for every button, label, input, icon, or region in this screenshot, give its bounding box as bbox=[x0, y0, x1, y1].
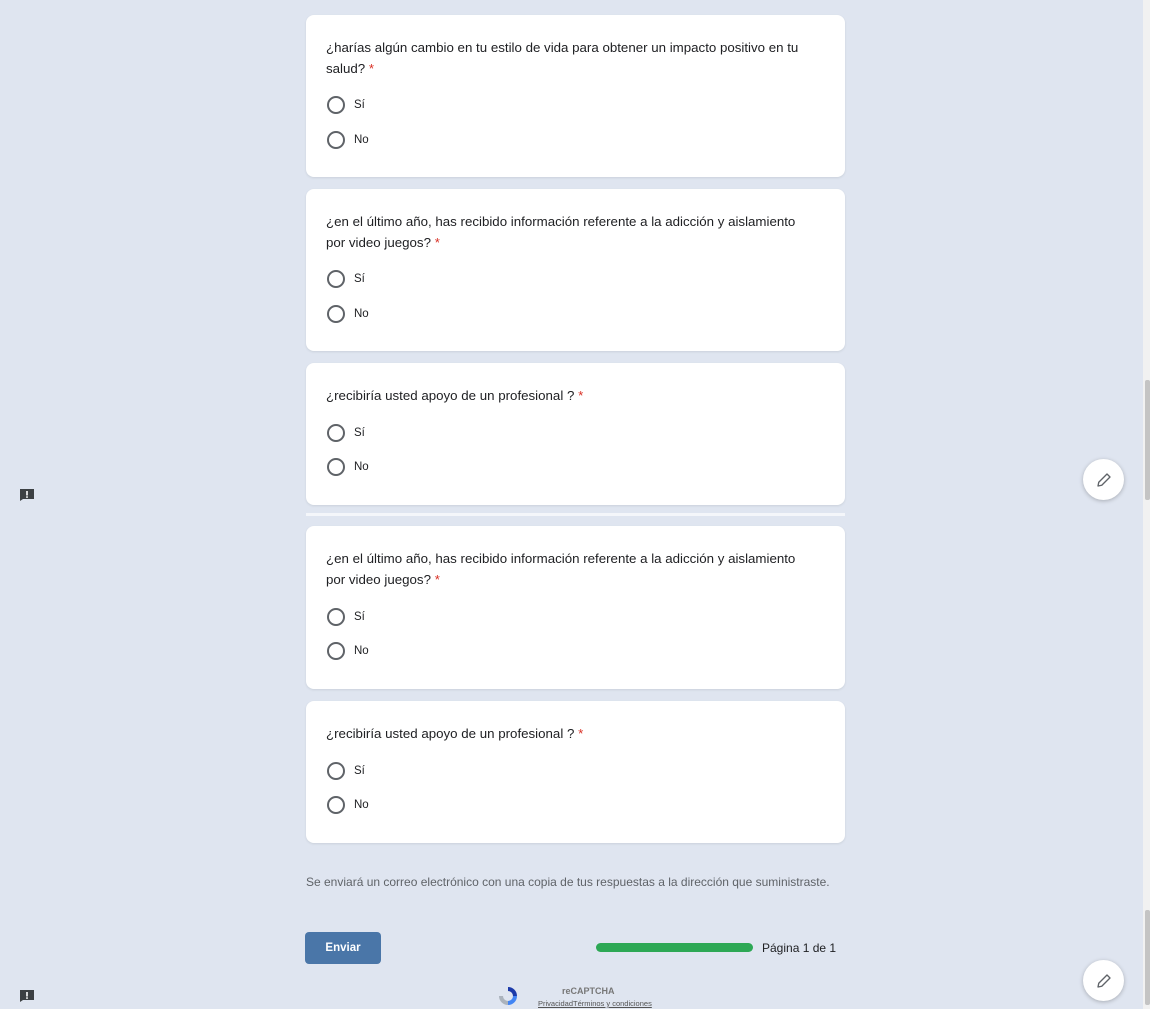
scrollbar-thumb[interactable] bbox=[1145, 380, 1150, 500]
radio-button[interactable] bbox=[327, 608, 345, 626]
radio-option-si[interactable]: Sí bbox=[327, 761, 365, 781]
pencil-icon bbox=[1096, 973, 1111, 988]
required-asterisk: * bbox=[434, 235, 440, 250]
progress-bar bbox=[596, 943, 753, 952]
email-copy-notice: Se enviará un correo electrónico con una… bbox=[306, 875, 830, 889]
question-title: ¿en el último año, has recibido informac… bbox=[326, 551, 796, 587]
scrollbar-thumb-lower[interactable] bbox=[1145, 910, 1150, 1005]
radio-button[interactable] bbox=[327, 270, 345, 288]
radio-option-si[interactable]: Sí bbox=[327, 423, 365, 443]
option-label: Sí bbox=[354, 427, 365, 439]
report-icon[interactable] bbox=[19, 989, 35, 1003]
radio-button[interactable] bbox=[327, 424, 345, 442]
required-asterisk: * bbox=[578, 726, 584, 741]
radio-option-no[interactable]: No bbox=[327, 457, 369, 477]
recaptcha-links: PrivacidadTérminos y condiciones bbox=[538, 999, 652, 1008]
option-label: Sí bbox=[354, 273, 365, 285]
question-card: ¿en el último año, has recibido informac… bbox=[306, 526, 845, 689]
radio-option-no[interactable]: No bbox=[327, 795, 369, 815]
radio-button[interactable] bbox=[327, 642, 345, 660]
recaptcha-title: reCAPTCHA bbox=[562, 986, 615, 996]
radio-button[interactable] bbox=[327, 796, 345, 814]
terms-link[interactable]: Términos y condiciones bbox=[573, 999, 652, 1008]
submit-button[interactable]: Enviar bbox=[305, 932, 381, 964]
scrollbar-track[interactable] bbox=[1143, 0, 1150, 1009]
radio-button[interactable] bbox=[327, 458, 345, 476]
option-label: No bbox=[354, 134, 369, 146]
radio-button[interactable] bbox=[327, 762, 345, 780]
page-indicator: Página 1 de 1 bbox=[762, 941, 837, 955]
radio-option-si[interactable]: Sí bbox=[327, 269, 365, 289]
question-title: ¿en el último año, has recibido informac… bbox=[326, 214, 796, 250]
option-label: No bbox=[354, 308, 369, 320]
radio-button[interactable] bbox=[327, 96, 345, 114]
edit-fab-button-lower[interactable] bbox=[1083, 960, 1124, 1001]
section-divider bbox=[306, 513, 845, 516]
question-title: ¿recibiría usted apoyo de un profesional… bbox=[326, 726, 584, 741]
radio-button[interactable] bbox=[327, 305, 345, 323]
question-card: ¿harías algún cambio en tu estilo de vid… bbox=[306, 15, 845, 177]
question-card: ¿en el último año, has recibido informac… bbox=[306, 189, 845, 351]
privacy-link[interactable]: Privacidad bbox=[538, 999, 573, 1008]
report-icon[interactable] bbox=[19, 488, 35, 502]
required-asterisk: * bbox=[368, 61, 375, 76]
radio-option-si[interactable]: Sí bbox=[327, 607, 365, 627]
question-card: ¿recibiría usted apoyo de un profesional… bbox=[306, 363, 845, 505]
radio-option-no[interactable]: No bbox=[327, 641, 369, 661]
recaptcha-badge: reCAPTCHA PrivacidadTérminos y condicion… bbox=[497, 983, 667, 1009]
option-label: Sí bbox=[354, 99, 365, 111]
question-title: ¿recibiría usted apoyo de un profesional… bbox=[326, 388, 584, 403]
option-label: No bbox=[354, 799, 369, 811]
required-asterisk: * bbox=[578, 388, 584, 403]
radio-option-no[interactable]: No bbox=[327, 304, 369, 324]
option-label: No bbox=[354, 461, 369, 473]
radio-option-no[interactable]: No bbox=[327, 130, 369, 150]
option-label: Sí bbox=[354, 611, 365, 623]
radio-option-si[interactable]: Sí bbox=[327, 95, 365, 115]
recaptcha-icon bbox=[499, 987, 517, 1005]
option-label: Sí bbox=[354, 765, 365, 777]
option-label: No bbox=[354, 645, 369, 657]
required-asterisk: * bbox=[434, 572, 440, 587]
radio-button[interactable] bbox=[327, 131, 345, 149]
pencil-icon bbox=[1096, 472, 1111, 487]
edit-fab-button[interactable] bbox=[1083, 459, 1124, 500]
question-title: ¿harías algún cambio en tu estilo de vid… bbox=[326, 40, 799, 76]
question-card: ¿recibiría usted apoyo de un profesional… bbox=[306, 701, 845, 843]
